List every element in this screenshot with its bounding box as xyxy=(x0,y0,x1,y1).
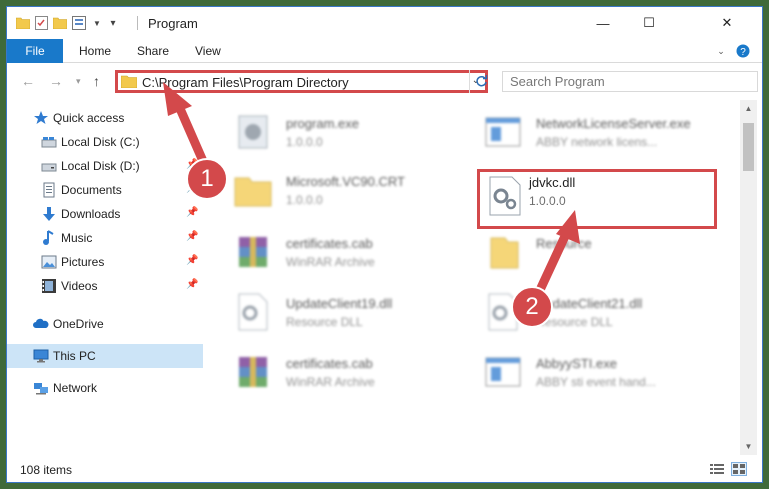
step-badge-2: 2 xyxy=(511,286,553,328)
step-badge-1: 1 xyxy=(186,158,228,200)
arrow-step-1 xyxy=(163,82,211,173)
annotation-arrows xyxy=(163,82,580,295)
arrow-step-2 xyxy=(535,210,580,295)
